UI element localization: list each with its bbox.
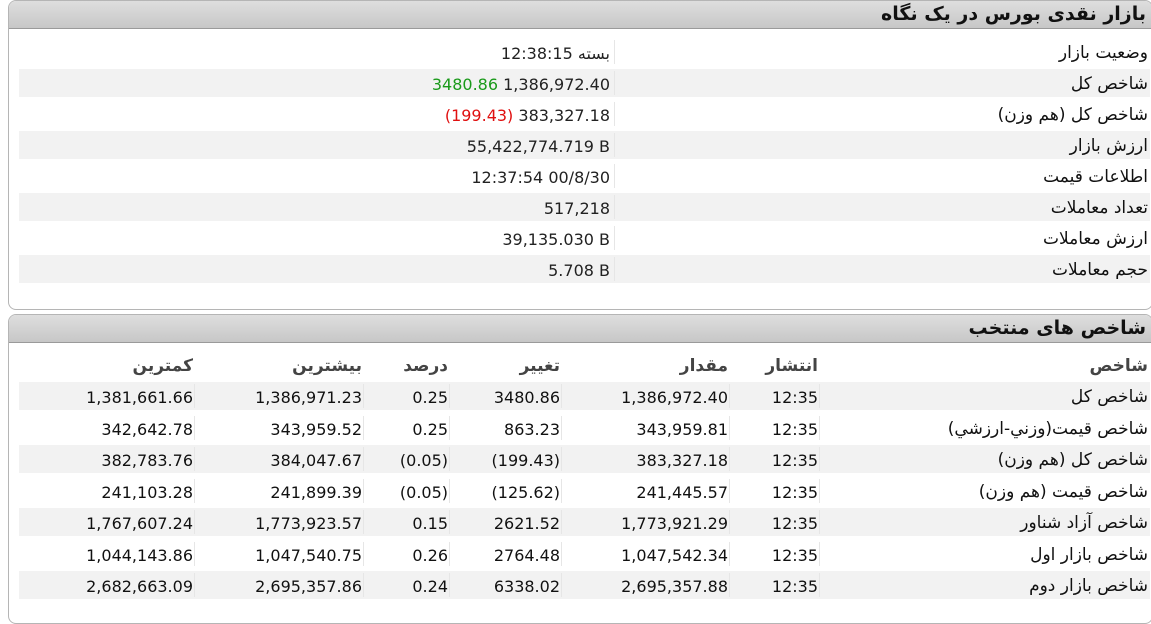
index-name: شاخص قیمت (هم وزن) <box>978 481 1148 502</box>
table-row: شاخص قيمت(وزني-ارزشي) 12:35 343,959.81 863.… <box>19 414 1150 442</box>
summary-label: شاخص کل <box>1070 74 1148 94</box>
index-change: 6338.02 <box>493 577 560 596</box>
summary-row-market-value: ارزش بازار 55,422,774.719 B <box>19 131 1150 159</box>
summary-value: بسته 12:38:15 <box>500 44 610 63</box>
index-change: 2764.48 <box>493 545 560 565</box>
index-value: 383,327.18 <box>636 451 728 470</box>
index-max: 343,959.52 <box>270 419 362 439</box>
index-change: 863.23 <box>504 419 560 439</box>
index-change: (125.62) <box>491 482 560 502</box>
col-header-percent: درصد <box>403 356 448 376</box>
index-max: 1,047,540.75 <box>255 545 362 565</box>
index-percent: (0.05) <box>399 451 448 470</box>
summary-value: 55,422,774.719 B <box>466 137 610 156</box>
index-min: 1,767,607.24 <box>86 514 193 533</box>
index-min: 241,103.28 <box>101 482 193 502</box>
index-value: 343,959.81 <box>636 419 728 439</box>
summary-value: (199.43) 383,327.18 <box>444 106 610 125</box>
index-change: (199.43) <box>491 451 560 470</box>
index-min: 1,381,661.66 <box>86 388 193 407</box>
index-name: شاخص کل <box>1070 387 1148 407</box>
summary-label: ارزش معاملات <box>1042 229 1148 249</box>
summary-label: تعداد معاملات <box>1050 198 1148 218</box>
selected-indices-panel: شاخص های منتخب شاخص انتشار مقدار تغییر د… <box>8 314 1151 624</box>
index-time: 12:35 <box>771 545 818 565</box>
index-value: 1,386,972.40 <box>621 388 728 407</box>
index-name: شاخص آزاد شناور <box>1020 513 1148 533</box>
table-row: شاخص قیمت (هم وزن) 12:35 241,445.57 (125.62… <box>19 477 1150 505</box>
table-row: شاخص آزاد شناور 12:35 1,773,921.29 2621.52 0… <box>19 508 1150 536</box>
summary-value: 517,218 <box>543 199 610 218</box>
index-time: 12:35 <box>771 419 818 439</box>
index-value: 1,047,542.34 <box>621 545 728 565</box>
index-value: 1,773,921.29 <box>621 514 728 533</box>
index-time: 12:35 <box>771 482 818 502</box>
col-header-time: انتشار <box>765 356 818 376</box>
index-min: 2,682,663.09 <box>86 577 193 596</box>
index-name: شاخص قيمت(وزني-ارزشي) <box>947 418 1148 439</box>
summary-label: وضعیت بازار <box>1058 43 1148 63</box>
index-max: 2,695,357.86 <box>255 577 362 596</box>
index-change: 2621.52 <box>493 514 560 533</box>
index-time: 12:35 <box>771 577 818 596</box>
index-name: شاخص کل (هم وزن) <box>997 450 1148 470</box>
summary-label: اطلاعات قیمت <box>1043 167 1148 187</box>
index-value: 241,445.57 <box>636 482 728 502</box>
summary-value: 5.708 B <box>548 261 610 280</box>
col-header-min: کمترین <box>132 356 193 376</box>
table-row: شاخص بازار اول 12:35 1,047,542.34 2764.48 0.… <box>19 540 1150 568</box>
summary-label: حجم معاملات <box>1052 260 1148 280</box>
summary-value: 39,135.030 B <box>502 230 610 249</box>
index-percent: (0.05) <box>399 482 448 502</box>
index-min: 1,044,143.86 <box>86 545 193 565</box>
summary-row-trade-value: ارزش معاملات 39,135.030 B <box>19 224 1150 252</box>
table-row: شاخص بازار دوم 12:35 2,695,357.88 6338.02 0.… <box>19 571 1150 599</box>
col-header-max: بیشترین <box>292 356 362 376</box>
index-max: 384,047.67 <box>270 451 362 470</box>
summary-change: (199.43) <box>444 106 514 125</box>
col-header-value: مقدار <box>679 356 728 376</box>
col-header-change: تغییر <box>519 356 560 376</box>
index-percent: 0.25 <box>412 419 448 439</box>
table-row: شاخص کل 12:35 1,386,972.40 3480.86 0.25 1,386… <box>19 382 1150 410</box>
summary-row-equal-weight-index: شاخص کل (هم وزن) (199.43) 383,327.18 <box>19 100 1150 128</box>
index-min: 342,642.78 <box>101 419 193 439</box>
index-value: 2,695,357.88 <box>621 577 728 596</box>
summary-label: ارزش بازار <box>1069 136 1148 156</box>
index-percent: 0.25 <box>412 388 448 407</box>
summary-row-market-status: وضعیت بازار بسته 12:38:15 <box>19 38 1150 66</box>
summary-row-trade-volume: حجم معاملات 5.708 B <box>19 255 1150 283</box>
index-time: 12:35 <box>771 451 818 470</box>
selected-indices-title: شاخص های منتخب <box>9 315 1151 343</box>
index-percent: 0.26 <box>412 545 448 565</box>
index-max: 1,773,923.57 <box>255 514 362 533</box>
summary-row-trade-count: تعداد معاملات 517,218 <box>19 193 1150 221</box>
index-time: 12:35 <box>771 514 818 533</box>
index-name: شاخص بازار اول <box>1030 544 1148 565</box>
index-min: 382,783.76 <box>101 451 193 470</box>
index-percent: 0.15 <box>412 514 448 533</box>
summary-row-price-info: اطلاعات قیمت 12:37:54 00/8/30 <box>19 162 1150 190</box>
summary-value: 3480.86 1,386,972.40 <box>431 75 610 94</box>
summary-change: 3480.86 <box>431 75 499 94</box>
index-name: شاخص بازار دوم <box>1029 576 1148 596</box>
market-summary-title: بازار نقدی بورس در یک نگاه <box>9 1 1151 29</box>
index-change: 3480.86 <box>493 388 560 407</box>
index-max: 241,899.39 <box>270 482 362 502</box>
summary-row-total-index: شاخص کل 3480.86 1,386,972.40 <box>19 69 1150 97</box>
table-row: شاخص کل (هم وزن) 12:35 383,327.18 (199.43) (… <box>19 445 1150 473</box>
index-max: 1,386,971.23 <box>255 388 362 407</box>
indices-header-row: شاخص انتشار مقدار تغییر درصد بیشترین کمت… <box>19 351 1150 379</box>
index-time: 12:35 <box>771 388 818 407</box>
market-summary-panel: بازار نقدی بورس در یک نگاه وضعیت بازار ب… <box>8 0 1151 310</box>
summary-value: 12:37:54 00/8/30 <box>471 168 610 187</box>
col-header-name: شاخص <box>1089 356 1148 376</box>
summary-label: شاخص کل (هم وزن) <box>997 105 1148 125</box>
index-percent: 0.24 <box>412 577 448 596</box>
